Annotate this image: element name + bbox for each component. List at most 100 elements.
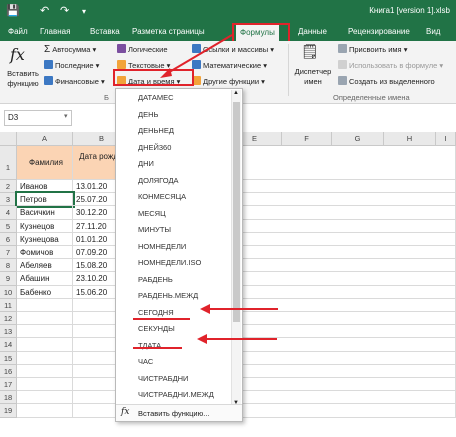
column-header-a[interactable]: A <box>17 132 73 146</box>
surname-cell[interactable] <box>17 338 73 352</box>
row-header[interactable]: 12 <box>0 312 17 326</box>
insert-function-label: Вставить функцию... <box>138 409 210 418</box>
row-header[interactable]: 15 <box>0 351 17 365</box>
row-header[interactable]: 5 <box>0 219 17 233</box>
function-menu-item[interactable]: ДНИ <box>138 159 154 168</box>
tab-insert[interactable]: Вставка <box>86 22 124 41</box>
function-menu-item[interactable]: ДНЕЙ360 <box>138 143 171 152</box>
row-header[interactable]: 8 <box>0 259 17 273</box>
tab-view[interactable]: Вид <box>422 22 444 41</box>
dropdown-scrollbar[interactable]: ▲ ▼ <box>231 90 241 406</box>
formulas-tab-highlight <box>232 23 290 43</box>
scroll-up-icon[interactable]: ▲ <box>233 90 239 96</box>
surname-cell[interactable] <box>17 298 73 312</box>
surname-cell[interactable]: Иванов <box>17 180 73 194</box>
tab-review[interactable]: Рецензирование <box>344 22 414 41</box>
surname-cell[interactable] <box>17 404 73 418</box>
surname-cell[interactable] <box>17 351 73 365</box>
other-functions-button[interactable]: Другие функции ▾ <box>192 76 265 86</box>
column-header-h[interactable]: H <box>384 132 436 146</box>
function-menu-item[interactable]: РАБДЕНЬ <box>138 275 173 284</box>
function-menu-item[interactable]: МЕСЯЦ <box>138 209 166 218</box>
customize-qat-icon[interactable]: ▾ <box>82 7 86 16</box>
function-menu-item[interactable]: ЧАС <box>138 357 153 366</box>
tab-data[interactable]: Данные <box>294 22 331 41</box>
tab-home[interactable]: Главная <box>36 22 74 41</box>
function-menu-item[interactable]: ДЕНЬ <box>138 110 158 119</box>
tab-file[interactable]: Файл <box>4 22 32 41</box>
row-header[interactable]: 2 <box>0 180 17 194</box>
financial-icon <box>44 76 53 85</box>
logical-icon <box>117 44 126 53</box>
ribbon-separator <box>288 44 289 96</box>
row-header[interactable]: 4 <box>0 206 17 220</box>
row-header[interactable]: 7 <box>0 246 17 260</box>
header-cell-surname[interactable]: Фамилия <box>17 146 73 180</box>
row-header[interactable]: 9 <box>0 272 17 286</box>
function-menu-item[interactable]: ТДАТА <box>138 341 161 350</box>
surname-cell[interactable] <box>17 325 73 339</box>
insert-function-button[interactable]: Вставить функцию <box>6 69 40 89</box>
row-header[interactable]: 16 <box>0 364 17 378</box>
name-box[interactable]: D3 <box>4 110 72 126</box>
financial-button[interactable]: Финансовые ▾ <box>44 76 105 86</box>
surname-cell[interactable]: Абашин <box>17 272 73 286</box>
name-manager-icon: 🗒 <box>301 43 319 59</box>
function-menu-item[interactable]: ДАТАМЕС <box>138 93 174 102</box>
surname-cell[interactable]: Фомичов <box>17 246 73 260</box>
insert-function-menu-item[interactable]: fx Вставить функцию... <box>116 404 242 421</box>
function-menu-item[interactable]: МИНУТЫ <box>138 225 171 234</box>
recent-button[interactable]: Последние ▾ <box>44 60 99 70</box>
function-menu-item[interactable]: ДЕНЬНЕД <box>138 126 174 135</box>
column-header-f[interactable]: F <box>282 132 332 146</box>
chevron-down-icon[interactable]: ▾ <box>64 112 68 120</box>
row-header[interactable]: 18 <box>0 391 17 405</box>
define-name-button[interactable]: Присвоить имя ▾ <box>338 44 407 54</box>
surname-cell[interactable] <box>17 312 73 326</box>
row-header[interactable]: 17 <box>0 378 17 392</box>
tab-page-layout[interactable]: Разметка страницы <box>128 22 209 41</box>
use-in-formula-button[interactable]: Использовать в формуле ▾ <box>338 60 443 70</box>
function-menu-item[interactable]: РАБДЕНЬ.МЕЖД <box>138 291 198 300</box>
surname-cell[interactable]: Кузнецова <box>17 232 73 246</box>
surname-cell[interactable]: Кузнецов <box>17 219 73 233</box>
redo-icon[interactable]: ↷ <box>60 4 69 17</box>
function-menu-item[interactable]: ДОЛЯГОДА <box>138 176 179 185</box>
undo-icon[interactable]: ↶ <box>40 4 49 17</box>
row-header[interactable]: 1 <box>0 146 17 180</box>
function-menu-item[interactable]: НОМНЕДЕЛИ <box>138 242 186 251</box>
row-header[interactable]: 14 <box>0 338 17 352</box>
row-header[interactable]: 13 <box>0 325 17 339</box>
column-header-g[interactable]: G <box>332 132 384 146</box>
surname-cell[interactable] <box>17 378 73 392</box>
surname-cell[interactable]: Бабенко <box>17 285 73 299</box>
name-manager-button[interactable]: Диспетчер имен <box>291 67 335 87</box>
create-from-selection-button[interactable]: Создать из выделенного <box>338 76 435 86</box>
scrollbar-thumb[interactable] <box>233 102 240 322</box>
function-library-group-label: Б <box>104 93 109 102</box>
math-button[interactable]: Математические ▾ <box>192 60 267 70</box>
function-menu-item[interactable]: НОМНЕДЕЛИ.ISO <box>138 258 201 267</box>
function-menu-item[interactable]: ЧИСТРАБДНИ.МЕЖД <box>138 390 214 399</box>
window-title: Книга1 [version 1].xlsb <box>369 6 450 15</box>
function-menu-item[interactable]: КОНМЕСЯЦА <box>138 192 186 201</box>
function-menu-item[interactable]: ЧИСТРАБДНИ <box>138 374 188 383</box>
surname-cell[interactable] <box>17 391 73 405</box>
row-header[interactable]: 19 <box>0 404 17 418</box>
function-menu-item[interactable]: СЕГОДНЯ <box>138 308 174 317</box>
surname-cell[interactable]: Абеляев <box>17 259 73 273</box>
select-all-corner[interactable] <box>0 132 17 146</box>
row-header[interactable]: 11 <box>0 298 17 312</box>
save-icon[interactable]: 💾 <box>6 4 20 17</box>
surname-cell[interactable] <box>17 364 73 378</box>
function-menu-item[interactable]: СЕКУНДЫ <box>138 324 175 333</box>
row-header[interactable]: 3 <box>0 193 17 207</box>
autosum-button[interactable]: Σ Автосумма ▾ <box>44 44 96 55</box>
row-header[interactable]: 6 <box>0 232 17 246</box>
surname-cell[interactable]: Петров <box>15 191 75 209</box>
row-header[interactable]: 10 <box>0 285 17 299</box>
surname-cell[interactable]: Васичкин <box>17 206 73 220</box>
lookup-button[interactable]: Ссылки и массивы ▾ <box>192 44 274 54</box>
column-header-i[interactable]: I <box>436 132 456 146</box>
logical-button[interactable]: Логические <box>117 44 168 54</box>
